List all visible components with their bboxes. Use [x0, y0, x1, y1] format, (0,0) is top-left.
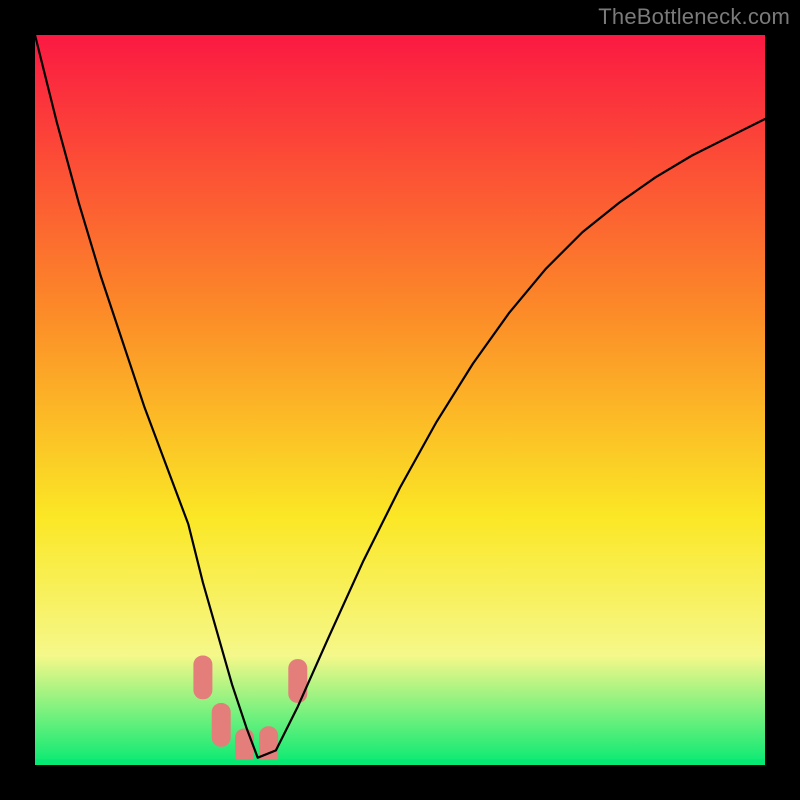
bottleneck-plot: [35, 35, 765, 765]
data-marker: [259, 726, 278, 765]
plot-area: [35, 35, 765, 765]
data-marker: [212, 703, 231, 747]
watermark-text: TheBottleneck.com: [598, 4, 790, 30]
data-marker: [288, 659, 307, 703]
gradient-background: [35, 35, 765, 765]
data-marker: [193, 656, 212, 700]
chart-frame: TheBottleneck.com: [0, 0, 800, 800]
baseline-strip: [35, 759, 765, 765]
